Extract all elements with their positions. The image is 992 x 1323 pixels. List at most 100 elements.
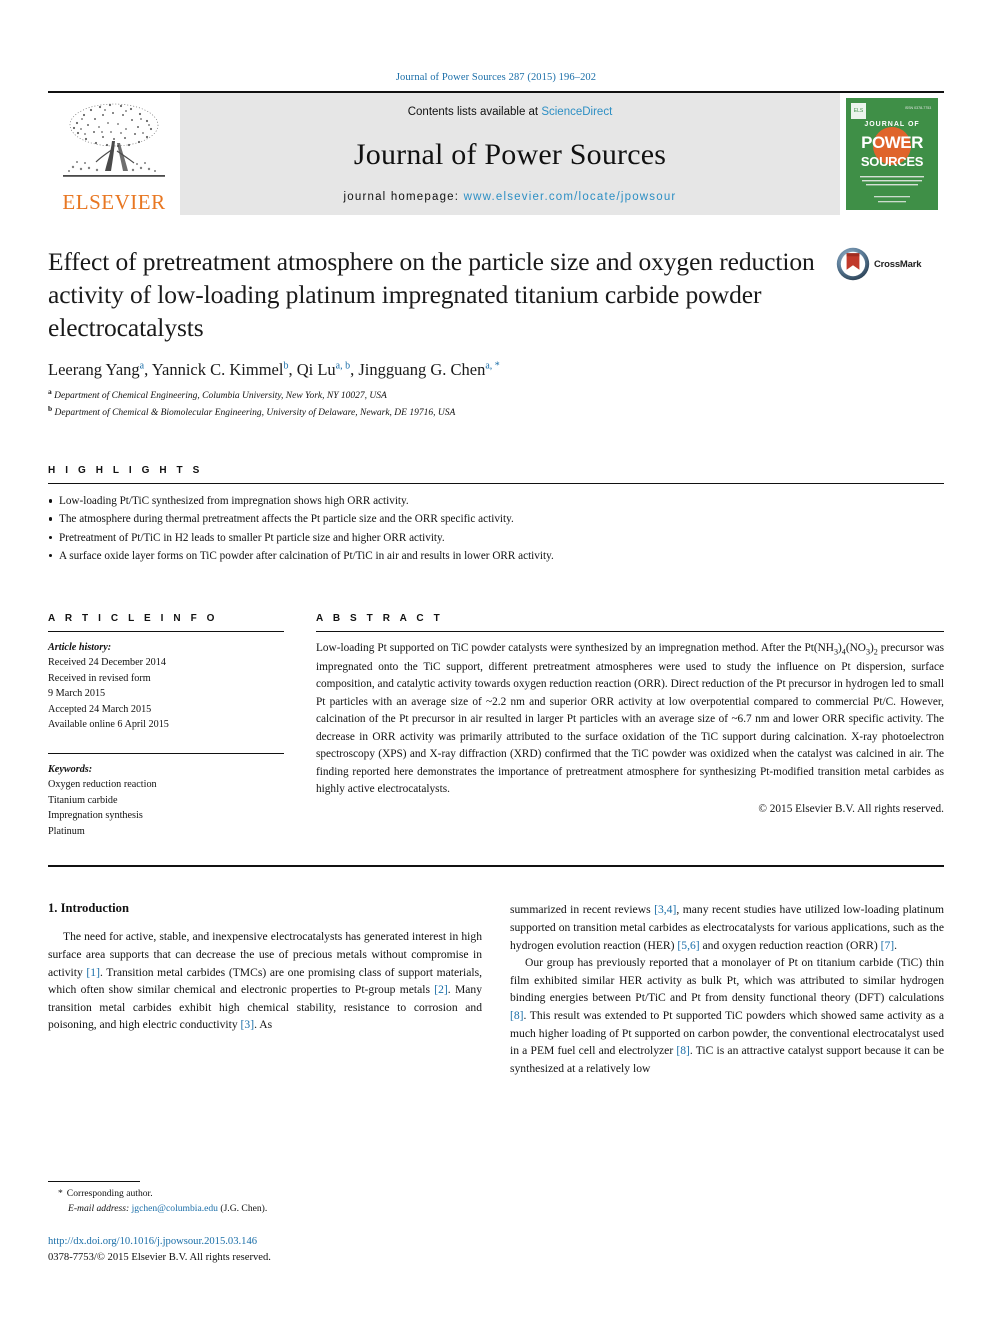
journal-masthead: ELSEVIER Contents lists available at Sci… (48, 93, 944, 215)
issn-copyright-line: 0378-7753/© 2015 Elsevier B.V. All right… (48, 1252, 271, 1264)
keywords-rule (48, 752, 284, 754)
citation-reference[interactable]: [3] (241, 1018, 255, 1031)
keyword-item: Titanium carbide (48, 794, 118, 806)
contents-prefix: Contents lists available at (407, 106, 542, 118)
history-line: Received in revised form (48, 672, 151, 684)
page-footer: * Corresponding author. E-mail address: j… (48, 1181, 480, 1266)
author-affiliation-mark: a, b (335, 360, 351, 372)
affiliation-text: Department of Chemical & Biomolecular En… (54, 408, 456, 419)
article-history-heading: Article history: (48, 641, 112, 653)
homepage-prefix: journal homepage: (343, 191, 464, 203)
section-heading-introduction: 1. Introduction (48, 901, 129, 916)
author-list: Leerang Yanga, Yannick C. Kimmelb, Qi Lu… (48, 360, 944, 380)
citation-reference[interactable]: [5,6] (677, 939, 699, 952)
abstract-part: (NO (845, 641, 866, 654)
svg-text:POWER: POWER (861, 133, 923, 152)
elsevier-tree-icon (63, 103, 165, 177)
contents-available-line: Contents lists available at ScienceDirec… (408, 106, 613, 118)
article-info-label: A R T I C L E I N F O (48, 612, 219, 624)
keyword-item: Platinum (48, 825, 85, 837)
info-abstract-row: A R T I C L E I N F O Article history: R… (48, 613, 944, 840)
body-column-right: summarized in recent reviews [3,4], many… (510, 901, 944, 1077)
citation-reference[interactable]: [1] (86, 966, 100, 979)
article-history-block: Article history: Received 24 December 20… (48, 640, 284, 733)
history-line: Available online 6 April 2015 (48, 719, 169, 731)
svg-text:ELS: ELS (854, 108, 864, 114)
list-item: The atmosphere during thermal pretreatme… (48, 510, 944, 528)
body-columns: 1. Introduction The need for active, sta… (48, 901, 944, 1077)
journal-cover-image: ELS ISSN 0378-7753 JOURNAL OF POWER SOUR… (846, 98, 938, 210)
paragraph-text: and oxygen reduction reaction (ORR) (699, 938, 881, 952)
email-suffix: (J.G. Chen). (220, 1202, 268, 1214)
keyword-item: Oxygen reduction reaction (48, 779, 157, 791)
author-name: Qi Lu (296, 360, 336, 380)
list-item: A surface oxide layer forms on TiC powde… (48, 547, 944, 565)
elsevier-wordmark: ELSEVIER (62, 190, 166, 214)
abstract-part: Low-loading Pt supported on TiC powder c… (316, 641, 834, 654)
paragraph-text: . (894, 938, 898, 952)
affiliation-item: a Department of Chemical Engineering, Co… (48, 387, 944, 404)
body-column-left: 1. Introduction The need for active, sta… (48, 901, 482, 1077)
history-line: Received 24 December 2014 (48, 657, 166, 669)
crossmark-icon (836, 247, 870, 281)
author-name: Yannick C. Kimmel (151, 360, 284, 380)
keywords-heading: Keywords: (48, 763, 93, 775)
paragraph-text: . Transition metal carbides (TMCs) are o… (48, 965, 482, 997)
list-item: Pretreatment of Pt/TiC in H2 leads to sm… (48, 529, 944, 547)
paragraph: summarized in recent reviews [3,4], many… (510, 901, 944, 954)
highlights-list: Low-loading Pt/TiC synthesized from impr… (48, 492, 944, 565)
corresponding-star: * (58, 1188, 63, 1200)
list-item: Low-loading Pt/TiC synthesized from impr… (48, 492, 944, 510)
highlights-label: H I G H L I G H T S (48, 465, 203, 477)
email-link[interactable]: jgchen@columbia.edu (132, 1203, 218, 1214)
paragraph-text: Our group has previously reported that a… (510, 956, 944, 1005)
citation-reference[interactable]: [7] (881, 939, 895, 952)
doi-block: http://dx.doi.org/10.1016/j.jpowsour.201… (48, 1234, 480, 1266)
affiliation-mark: b (48, 404, 53, 414)
svg-text:ISSN 0378-7753: ISSN 0378-7753 (905, 106, 932, 110)
doi-link[interactable]: http://dx.doi.org/10.1016/j.jpowsour.201… (48, 1234, 480, 1250)
paragraph: Our group has previously reported that a… (510, 954, 944, 1077)
abstract-text: Low-loading Pt supported on TiC powder c… (316, 640, 944, 799)
affiliation-mark: a (48, 387, 52, 397)
paragraph-text: summarized in recent reviews (510, 903, 655, 917)
body-separator-rule (48, 865, 944, 868)
author-separator: , (288, 360, 297, 380)
paragraph-text: . As (254, 1018, 273, 1032)
citation-reference[interactable]: [8] (510, 1009, 524, 1022)
journal-title: Journal of Power Sources (353, 137, 667, 171)
affiliation-item: b Department of Chemical & Biomolecular … (48, 404, 944, 421)
history-line: 9 March 2015 (48, 688, 106, 700)
masthead-center: Contents lists available at ScienceDirec… (180, 93, 840, 215)
crossmark-badge[interactable]: CrossMark (836, 247, 944, 281)
abstract-label: A B S T R A C T (316, 612, 444, 624)
page-title: Effect of pretreatment atmosphere on the… (48, 247, 815, 343)
citation-reference[interactable]: [2] (434, 983, 448, 996)
email-label: E-mail address: (68, 1202, 130, 1214)
journal-cover-thumbnail: ELS ISSN 0378-7753 JOURNAL OF POWER SOUR… (840, 93, 944, 215)
footnote-rule (48, 1181, 140, 1183)
journal-homepage-link[interactable]: www.elsevier.com/locate/jpowsour (464, 191, 677, 203)
sciencedirect-link[interactable]: ScienceDirect (541, 106, 612, 118)
meta-spacer (48, 733, 284, 746)
abstract-rule (316, 630, 944, 632)
citation-reference[interactable]: [3,4] (654, 903, 676, 916)
history-line: Accepted 24 March 2015 (48, 703, 152, 715)
author-separator: , (144, 360, 152, 380)
author-name: Leerang Yang (48, 360, 140, 380)
citation-reference[interactable]: [8] (676, 1044, 690, 1057)
article-page: Journal of Power Sources 287 (2015) 196–… (0, 0, 992, 1323)
journal-homepage-line: journal homepage: www.elsevier.com/locat… (344, 191, 677, 203)
author-name: Jingguang G. Chen (358, 360, 486, 380)
corresponding-author-note: * Corresponding author. E-mail address: j… (48, 1187, 480, 1216)
svg-text:SOURCES: SOURCES (861, 154, 924, 169)
svg-text:JOURNAL OF: JOURNAL OF (864, 121, 919, 128)
abstract-copyright: © 2015 Elsevier B.V. All rights reserved… (758, 802, 944, 815)
running-head: Journal of Power Sources 287 (2015) 196–… (395, 72, 597, 83)
email-line: E-mail address: jgchen@columbia.edu (J.G… (58, 1202, 480, 1216)
elsevier-logo: ELSEVIER (48, 93, 180, 215)
author-affiliation-mark: a, * (485, 360, 500, 372)
corresponding-author-line: * Corresponding author. (58, 1187, 480, 1201)
paragraph: The need for active, stable, and inexpen… (48, 928, 482, 1034)
crossmark-label: CrossMark (874, 258, 922, 270)
